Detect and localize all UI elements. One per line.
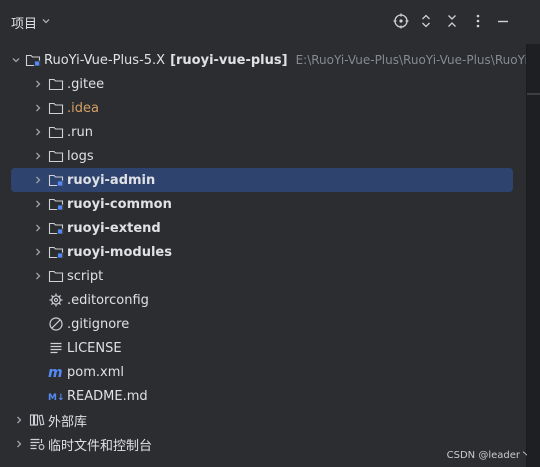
chevron-right-icon[interactable] — [30, 100, 46, 116]
collapse-all-icon[interactable] — [443, 12, 461, 30]
tree-item-label: .gitee — [67, 76, 105, 92]
tree-item-readme[interactable]: M↓ README.md — [46, 384, 148, 408]
chevron-right-icon[interactable] — [30, 220, 46, 236]
chevron-right-icon[interactable] — [30, 148, 46, 164]
folder-icon — [48, 148, 64, 164]
maven-icon: m — [48, 364, 64, 380]
folder-icon — [48, 124, 64, 140]
tree-item-logs[interactable]: logs — [30, 144, 94, 168]
tree-item-label: .idea — [67, 100, 99, 116]
tree-item-label: LICENSE — [67, 340, 122, 356]
root-project-name: RuoYi-Vue-Plus-5.X — [44, 52, 166, 68]
tree-item-pom[interactable]: m pom.xml — [46, 360, 124, 384]
chevron-right-icon[interactable] — [30, 124, 46, 140]
tree-item-label: script — [67, 268, 104, 284]
markdown-icon: M↓ — [48, 388, 64, 404]
tree-item-gitee[interactable]: .gitee — [30, 72, 104, 96]
tree-item-ruoyi-modules[interactable]: ruoyi-modules — [30, 240, 172, 264]
module-folder-icon — [25, 52, 41, 68]
tree-item-label: .editorconfig — [67, 292, 149, 308]
tree-item-external-libraries[interactable]: 外部库 — [11, 408, 87, 432]
text-file-icon — [48, 340, 64, 356]
tree-root-row[interactable]: RuoYi-Vue-Plus-5.X [ruoyi-vue-plus] E:\R… — [11, 48, 526, 72]
folder-icon — [48, 268, 64, 284]
svg-text:m: m — [48, 365, 63, 380]
tree-item-label: ruoyi-admin — [67, 172, 156, 188]
chevron-right-icon[interactable] — [30, 76, 46, 92]
tree-item-ruoyi-common[interactable]: ruoyi-common — [30, 192, 172, 216]
project-view-selector[interactable]: 项目 — [11, 13, 51, 32]
tree-item-label: ruoyi-common — [67, 196, 172, 212]
ignore-file-icon — [48, 316, 64, 332]
chevron-right-icon[interactable] — [11, 412, 27, 428]
tree-item-label: logs — [67, 148, 94, 164]
tree-item-label: .run — [67, 124, 93, 140]
scratches-icon — [29, 436, 45, 452]
expand-all-icon[interactable] — [417, 12, 435, 30]
tree-item-script[interactable]: script — [30, 264, 103, 288]
scrollbar-track[interactable] — [526, 44, 540, 467]
root-module-name: [ruoyi-vue-plus] — [170, 52, 288, 68]
minimize-icon[interactable] — [494, 12, 512, 30]
tree-item-ruoyi-admin[interactable]: ruoyi-admin — [11, 168, 513, 192]
chevron-right-icon[interactable] — [11, 436, 27, 452]
gear-file-icon — [48, 292, 64, 308]
chevron-right-icon[interactable] — [30, 268, 46, 284]
tree-item-label: pom.xml — [67, 364, 124, 380]
folder-icon — [48, 100, 64, 116]
header-title: 项目 — [11, 17, 38, 32]
tree-item-label: README.md — [67, 388, 148, 404]
root-path: E:\RuoYi-Vue-Plus\RuoYi-Vue-Plus\RuoYi-V… — [295, 53, 526, 67]
tree-item-editorconfig[interactable]: .editorconfig — [46, 288, 149, 312]
chevron-down-icon — [41, 16, 51, 29]
project-tool-window-header: 项目 — [0, 0, 540, 44]
chevron-right-icon[interactable] — [30, 172, 46, 188]
folder-icon — [48, 76, 64, 92]
tree-item-run[interactable]: .run — [30, 120, 93, 144]
module-folder-icon — [48, 220, 64, 236]
chevron-right-icon[interactable] — [30, 244, 46, 260]
tree-item-idea[interactable]: .idea — [30, 96, 99, 120]
tree-item-gitignore[interactable]: .gitignore — [46, 312, 129, 336]
module-folder-icon — [48, 172, 64, 188]
module-folder-icon — [48, 244, 64, 260]
tree-item-license[interactable]: LICENSE — [46, 336, 122, 360]
watermark: CSDN @leader丶 — [446, 450, 530, 461]
tree-item-label: .gitignore — [67, 316, 130, 332]
svg-text:M↓: M↓ — [48, 393, 64, 403]
tree-item-ruoyi-extend[interactable]: ruoyi-extend — [30, 216, 161, 240]
tree-item-scratches[interactable]: 临时文件和控制台 — [11, 432, 152, 456]
target-icon[interactable] — [392, 12, 410, 30]
tree-item-label: 临时文件和控制台 — [48, 438, 153, 454]
chevron-right-icon[interactable] — [30, 196, 46, 212]
more-options-icon[interactable] — [469, 12, 487, 30]
tree-item-label: 外部库 — [48, 414, 88, 430]
chevron-down-icon[interactable] — [11, 52, 21, 68]
tree-item-label: ruoyi-modules — [67, 244, 172, 260]
library-icon — [29, 412, 45, 428]
module-folder-icon — [48, 196, 64, 212]
tree-item-label: ruoyi-extend — [67, 220, 161, 236]
